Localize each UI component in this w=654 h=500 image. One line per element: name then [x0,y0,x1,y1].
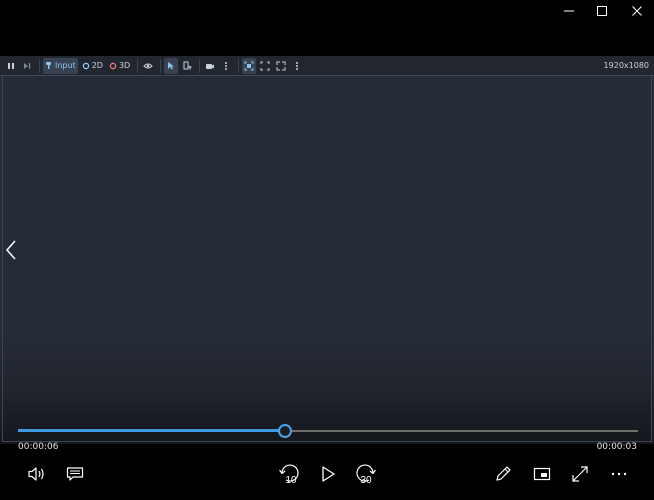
mini-view-button[interactable] [529,461,555,487]
toolbar-separator [39,58,40,73]
video-area[interactable]: Input 2D 3D 1920x1080 [0,56,654,444]
rewind-10-icon: 10 [279,464,299,486]
input-mode-button[interactable]: Input [43,57,78,74]
mode-3d-label: 3D [118,61,131,70]
play-button[interactable] [315,461,341,487]
keep-aspect-button[interactable] [258,58,272,74]
minimize-icon [564,10,574,12]
mini-view-icon [533,467,551,481]
camera-button[interactable] [203,58,217,74]
stretch-button[interactable] [274,58,288,74]
camera-icon [206,63,215,69]
toolbar-separator [137,58,139,73]
next-frame-button[interactable] [20,58,34,74]
pause-icon [8,62,14,69]
maximize-button[interactable] [584,0,620,22]
toolbar-separator [238,58,240,73]
minimize-button[interactable] [551,0,587,22]
volume-button[interactable] [24,461,50,487]
mode-2d-button[interactable]: 2D [80,58,105,74]
pen-icon [496,466,511,481]
joystick-icon [46,62,51,69]
visibility-button[interactable] [141,58,155,74]
editor-toolbar: Input 2D 3D 1920x1080 [0,56,654,76]
fullscreen-icon [572,466,588,482]
embed-options-button[interactable] [290,58,304,74]
mode-2d-label: 2D [91,61,103,70]
rewind-10-button[interactable]: 10 [276,461,302,487]
window-titlebar [0,0,654,22]
circle-3d-icon [109,62,117,69]
seek-bar[interactable] [18,424,638,438]
chevron-left-icon [5,240,16,260]
close-icon [632,6,642,16]
aspect-icon [260,61,270,70]
elapsed-time: 00:00:06 [18,442,59,452]
captions-icon [66,467,84,481]
kebab-icon [225,61,228,70]
remaining-time: 00:00:03 [596,442,637,452]
stretch-icon [276,61,286,70]
close-button[interactable] [619,0,654,22]
previous-button[interactable] [4,239,18,261]
rewind-label: 10 [285,475,297,486]
more-button[interactable] [606,461,632,487]
pause-button[interactable] [4,58,18,74]
more-icon [611,472,627,476]
game-viewport [2,76,652,442]
seek-thumb[interactable] [277,424,292,438]
kebab-icon [296,61,299,70]
list-select-icon [183,61,192,70]
toolbar-separator [160,58,162,73]
eye-icon [143,63,153,68]
forward-label: 30 [360,475,372,486]
captions-button[interactable] [62,461,88,487]
resolution-label: 1920x1080 [603,61,649,70]
circle-2d-icon [82,62,89,69]
forward-30-icon: 30 [356,464,376,486]
next-frame-icon [24,62,31,69]
seek-progress [18,429,285,432]
input-mode-label: Input [55,61,76,70]
play-icon [322,466,335,482]
mode-3d-button[interactable]: 3D [107,58,132,74]
fullscreen-button[interactable] [567,461,593,487]
toolbar-separator [199,58,201,73]
select-tool-button[interactable] [164,57,179,74]
forward-30-button[interactable]: 30 [353,461,379,487]
list-select-button[interactable] [180,58,194,74]
cursor-icon [168,62,175,70]
embed-game-button[interactable] [242,57,257,74]
volume-icon [28,467,44,481]
maximize-icon [597,6,607,16]
edit-button[interactable] [490,461,516,487]
camera-options-button[interactable] [219,58,233,74]
embed-icon [244,61,254,70]
